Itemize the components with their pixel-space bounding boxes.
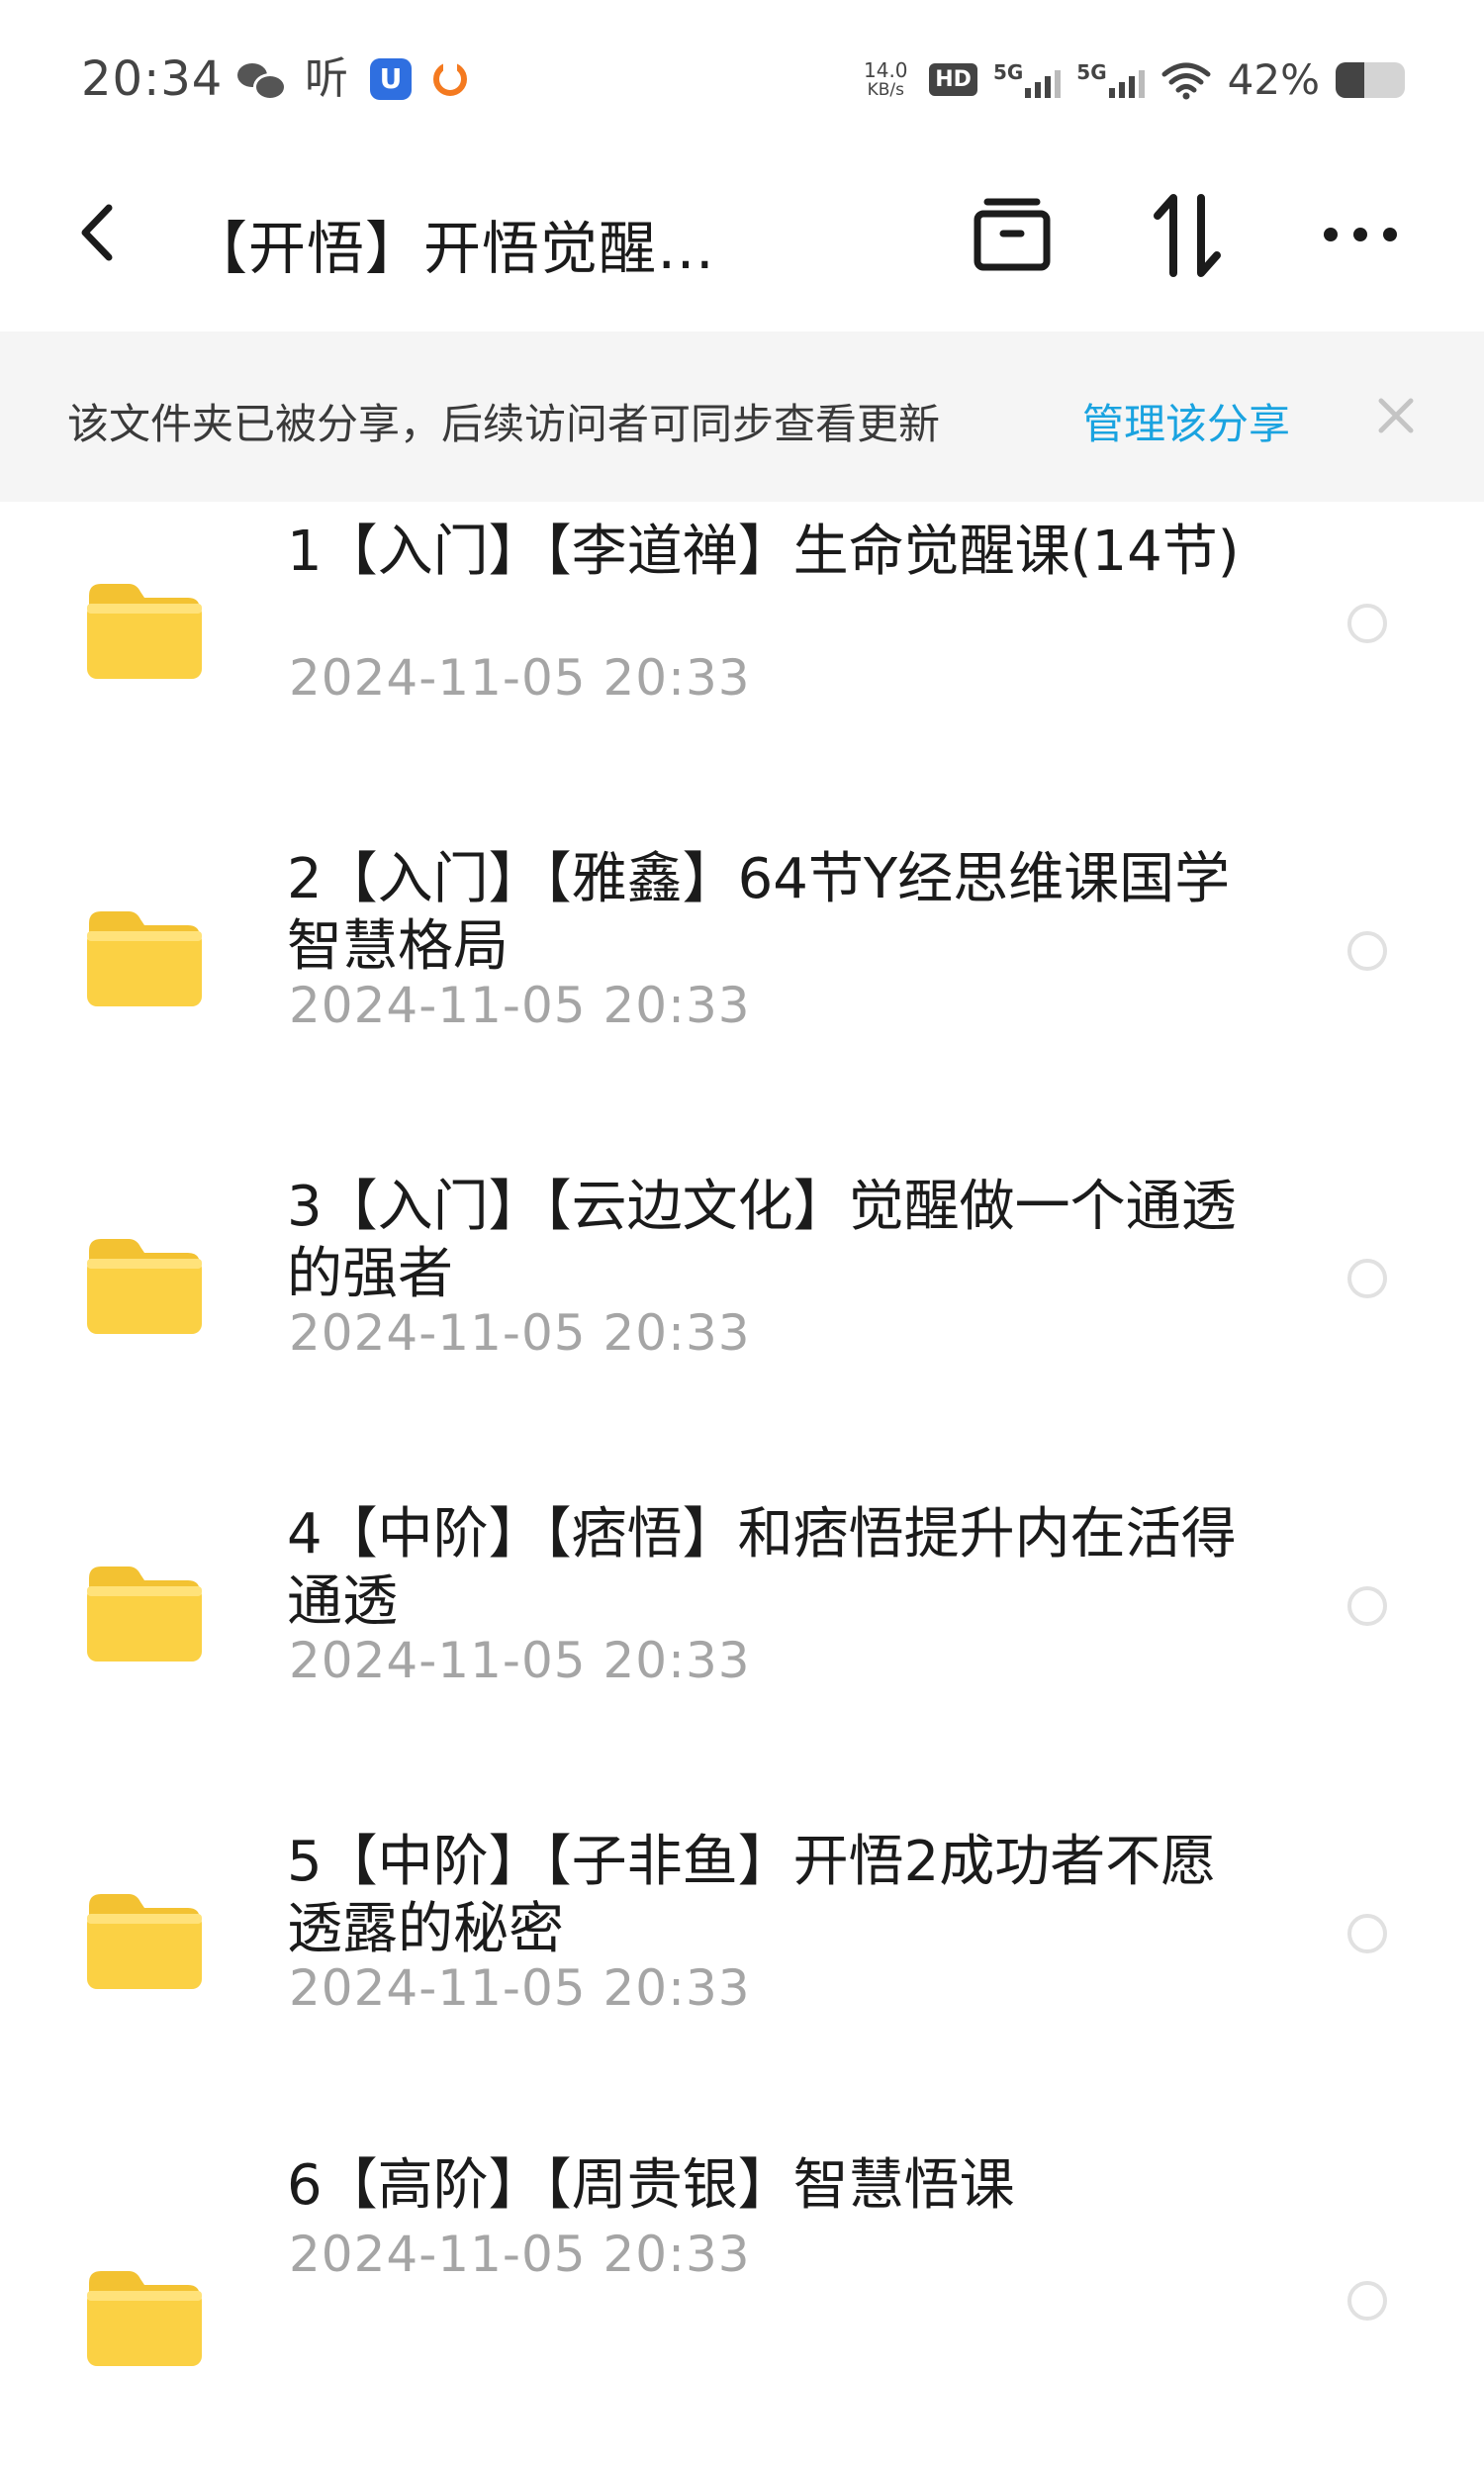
- file-list-item[interactable]: 4【中阶】【痞悟】和痞悟提升内在活得通透 2024-11-05 20:33: [0, 1487, 1484, 1814]
- battery-icon: [1336, 61, 1405, 98]
- folder-icon: [87, 584, 202, 679]
- status-time: 20:34: [81, 51, 224, 107]
- listen-app-icon: 听: [305, 53, 348, 104]
- close-icon[interactable]: [1373, 393, 1419, 438]
- manage-share-link[interactable]: 管理该分享: [1082, 391, 1290, 451]
- folder-icon: [87, 911, 202, 1006]
- network-speed-value: 14.0: [864, 57, 908, 82]
- battery-percent: 42%: [1227, 55, 1320, 104]
- file-list-item[interactable]: 1【入门】【李道禅】生命觉醒课(14节) 2024-11-05 20:33: [0, 505, 1484, 831]
- system-indicators: 14.0 KB/s HD 5G 5G 42%: [858, 55, 1405, 104]
- network-speed: 14.0 KB/s: [858, 60, 913, 100]
- archive-icon[interactable]: [968, 190, 1057, 279]
- sim2-network-label: 5G: [1076, 59, 1107, 84]
- file-date: 2024-11-05 20:33: [289, 1632, 751, 1689]
- folder-icon: [87, 1567, 202, 1662]
- status-bar: 20:34 听 U 14.0 KB/s HD 5G 5G 42%: [0, 0, 1484, 148]
- select-radio[interactable]: [1347, 2281, 1387, 2321]
- sim1-network-label: 5G: [992, 59, 1024, 84]
- select-radio[interactable]: [1347, 931, 1387, 971]
- sim2-signal-icon: 5G: [1076, 59, 1145, 98]
- share-message: 该文件夹已被分享，后续访问者可同步查看更新: [67, 400, 941, 448]
- select-radio[interactable]: [1347, 1586, 1387, 1626]
- sim1-signal-icon: 5G: [992, 59, 1062, 98]
- wechat-icon: [237, 59, 287, 101]
- file-date: 2024-11-05 20:33: [289, 2226, 751, 2283]
- notification-icons: 听 U: [237, 57, 467, 101]
- file-list-item[interactable]: 5【中阶】【子非鱼】开悟2成功者不愿透露的秘密 2024-11-05 20:33: [0, 1815, 1484, 2141]
- back-arrow-icon[interactable]: [71, 200, 127, 265]
- file-list-item[interactable]: 3【入门】【云边文化】觉醒做一个通透的强者 2024-11-05 20:33: [0, 1160, 1484, 1486]
- hd-icon: HD: [929, 63, 977, 96]
- file-name: 3【入门】【云边文化】觉醒做一个通透的强者: [287, 1175, 1237, 1306]
- folder-icon: [87, 1239, 202, 1334]
- file-date: 2024-11-05 20:33: [289, 1304, 751, 1362]
- network-speed-unit: KB/s: [867, 79, 904, 100]
- file-date: 2024-11-05 20:33: [289, 977, 751, 1034]
- orange-app-icon: [433, 62, 467, 96]
- select-radio[interactable]: [1347, 604, 1387, 643]
- file-date: 2024-11-05 20:33: [289, 1959, 751, 2017]
- file-name: 6【高阶】【周贵银】智慧悟课: [287, 2153, 1015, 2218]
- file-list-item[interactable]: 6【高阶】【周贵银】智慧悟课 2024-11-05 20:33: [0, 2142, 1484, 2469]
- blue-app-icon: U: [370, 58, 412, 100]
- file-name: 4【中阶】【痞悟】和痞悟提升内在活得通透: [287, 1502, 1237, 1634]
- more-options-icon[interactable]: [1316, 190, 1405, 279]
- file-date: 2024-11-05 20:33: [289, 649, 751, 707]
- select-radio[interactable]: [1347, 1259, 1387, 1298]
- file-name: 5【中阶】【子非鱼】开悟2成功者不愿透露的秘密: [287, 1830, 1217, 1961]
- page-title: 【开悟】开悟觉醒…: [190, 215, 716, 282]
- sort-icon[interactable]: [1144, 190, 1233, 279]
- battery-level: [1336, 61, 1365, 98]
- folder-icon: [87, 1894, 202, 1989]
- file-name: 2【入门】【雅鑫】64节Y经思维课国学智慧格局: [287, 847, 1231, 979]
- folder-icon: [87, 2271, 202, 2366]
- select-radio[interactable]: [1347, 1914, 1387, 1953]
- file-list-item[interactable]: 2【入门】【雅鑫】64节Y经思维课国学智慧格局 2024-11-05 20:33: [0, 832, 1484, 1159]
- share-banner: 该文件夹已被分享，后续访问者可同步查看更新 管理该分享: [0, 332, 1484, 502]
- top-toolbar: 【开悟】开悟觉醒…: [0, 158, 1484, 307]
- file-name: 1【入门】【李道禅】生命觉醒课(14节): [287, 520, 1240, 584]
- wifi-icon: [1161, 62, 1211, 99]
